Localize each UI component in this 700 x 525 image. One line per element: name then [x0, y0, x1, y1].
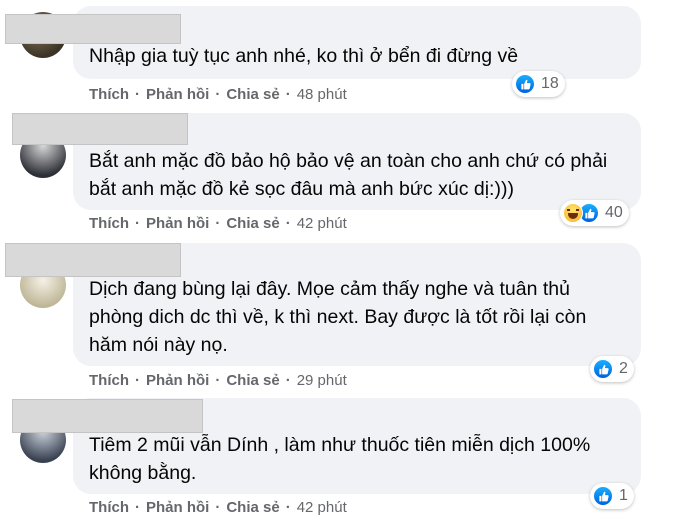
reaction-count: 40: [605, 204, 623, 221]
comment: Nhập gia tuỳ tục anh nhé, ko thì ở bển đ…: [0, 0, 700, 110]
like-button[interactable]: Thích: [89, 86, 129, 103]
timestamp[interactable]: 42 phút: [297, 215, 347, 232]
reaction-summary[interactable]: 40: [560, 200, 629, 226]
reaction-summary[interactable]: 2: [590, 356, 634, 382]
share-button[interactable]: Chia sẻ: [226, 86, 279, 103]
separator-dot: ·: [135, 215, 140, 232]
comment: Bắt anh mặc đồ bảo hộ bảo vệ an toàn cho…: [0, 110, 700, 240]
separator-dot: ·: [285, 499, 291, 516]
timestamp[interactable]: 29 phút: [297, 372, 347, 389]
comment: Tiêm 2 mũi vẫn Dính , làm như thuốc tiên…: [0, 395, 700, 525]
separator-dot: ·: [215, 372, 221, 389]
like-button[interactable]: Thích: [89, 215, 129, 232]
separator-dot: ·: [285, 86, 291, 103]
comment-text: Bắt anh mặc đồ bảo hộ bảo vệ an toàn cho…: [89, 150, 608, 200]
separator-dot: ·: [215, 215, 221, 232]
like-button[interactable]: Thích: [89, 499, 129, 516]
reply-button[interactable]: Phản hồi: [146, 372, 209, 389]
reaction-summary[interactable]: 1: [590, 483, 634, 509]
reaction-count: 1: [619, 487, 628, 504]
share-button[interactable]: Chia sẻ: [226, 372, 279, 389]
comment-actions: Thích · Phản hồi · Chia sẻ · 42 phút: [89, 499, 347, 516]
separator-dot: ·: [285, 215, 291, 232]
redacted-name: [5, 243, 181, 277]
share-button[interactable]: Chia sẻ: [226, 215, 279, 232]
separator-dot: ·: [215, 499, 221, 516]
comment-text: Tiêm 2 mũi vẫn Dính , làm như thuốc tiên…: [89, 434, 591, 484]
share-button[interactable]: Chia sẻ: [226, 499, 279, 516]
timestamp[interactable]: 42 phút: [297, 499, 347, 516]
reply-button[interactable]: Phản hồi: [146, 215, 209, 232]
separator-dot: ·: [135, 372, 140, 389]
reply-button[interactable]: Phản hồi: [146, 86, 209, 103]
reaction-summary[interactable]: 18: [512, 71, 565, 97]
redacted-name: [5, 14, 181, 44]
comment-actions: Thích · Phản hồi · Chia sẻ · 42 phút: [89, 215, 347, 232]
like-button[interactable]: Thích: [89, 372, 129, 389]
timestamp[interactable]: 48 phút: [297, 86, 347, 103]
comment-actions: Thích · Phản hồi · Chia sẻ · 29 phút: [89, 372, 347, 389]
comment-text: Nhập gia tuỳ tục anh nhé, ko thì ở bển đ…: [89, 45, 519, 67]
comment-actions: Thích · Phản hồi · Chia sẻ · 48 phút: [89, 86, 347, 103]
haha-icon: [563, 203, 583, 223]
separator-dot: ·: [285, 372, 291, 389]
separator-dot: ·: [215, 86, 221, 103]
reaction-count: 2: [619, 360, 628, 377]
reaction-count: 18: [541, 75, 559, 92]
separator-dot: ·: [135, 86, 140, 103]
like-icon: [593, 359, 613, 379]
reply-button[interactable]: Phản hồi: [146, 499, 209, 516]
like-icon: [593, 486, 613, 506]
like-icon: [515, 74, 535, 94]
redacted-name: [12, 113, 188, 145]
comment: Dịch đang bùng lại đây. Mọe cảm thấy ngh…: [0, 240, 700, 395]
comment-text: Dịch đang bùng lại đây. Mọe cảm thấy ngh…: [89, 278, 587, 356]
redacted-name: [12, 399, 203, 433]
separator-dot: ·: [135, 499, 140, 516]
